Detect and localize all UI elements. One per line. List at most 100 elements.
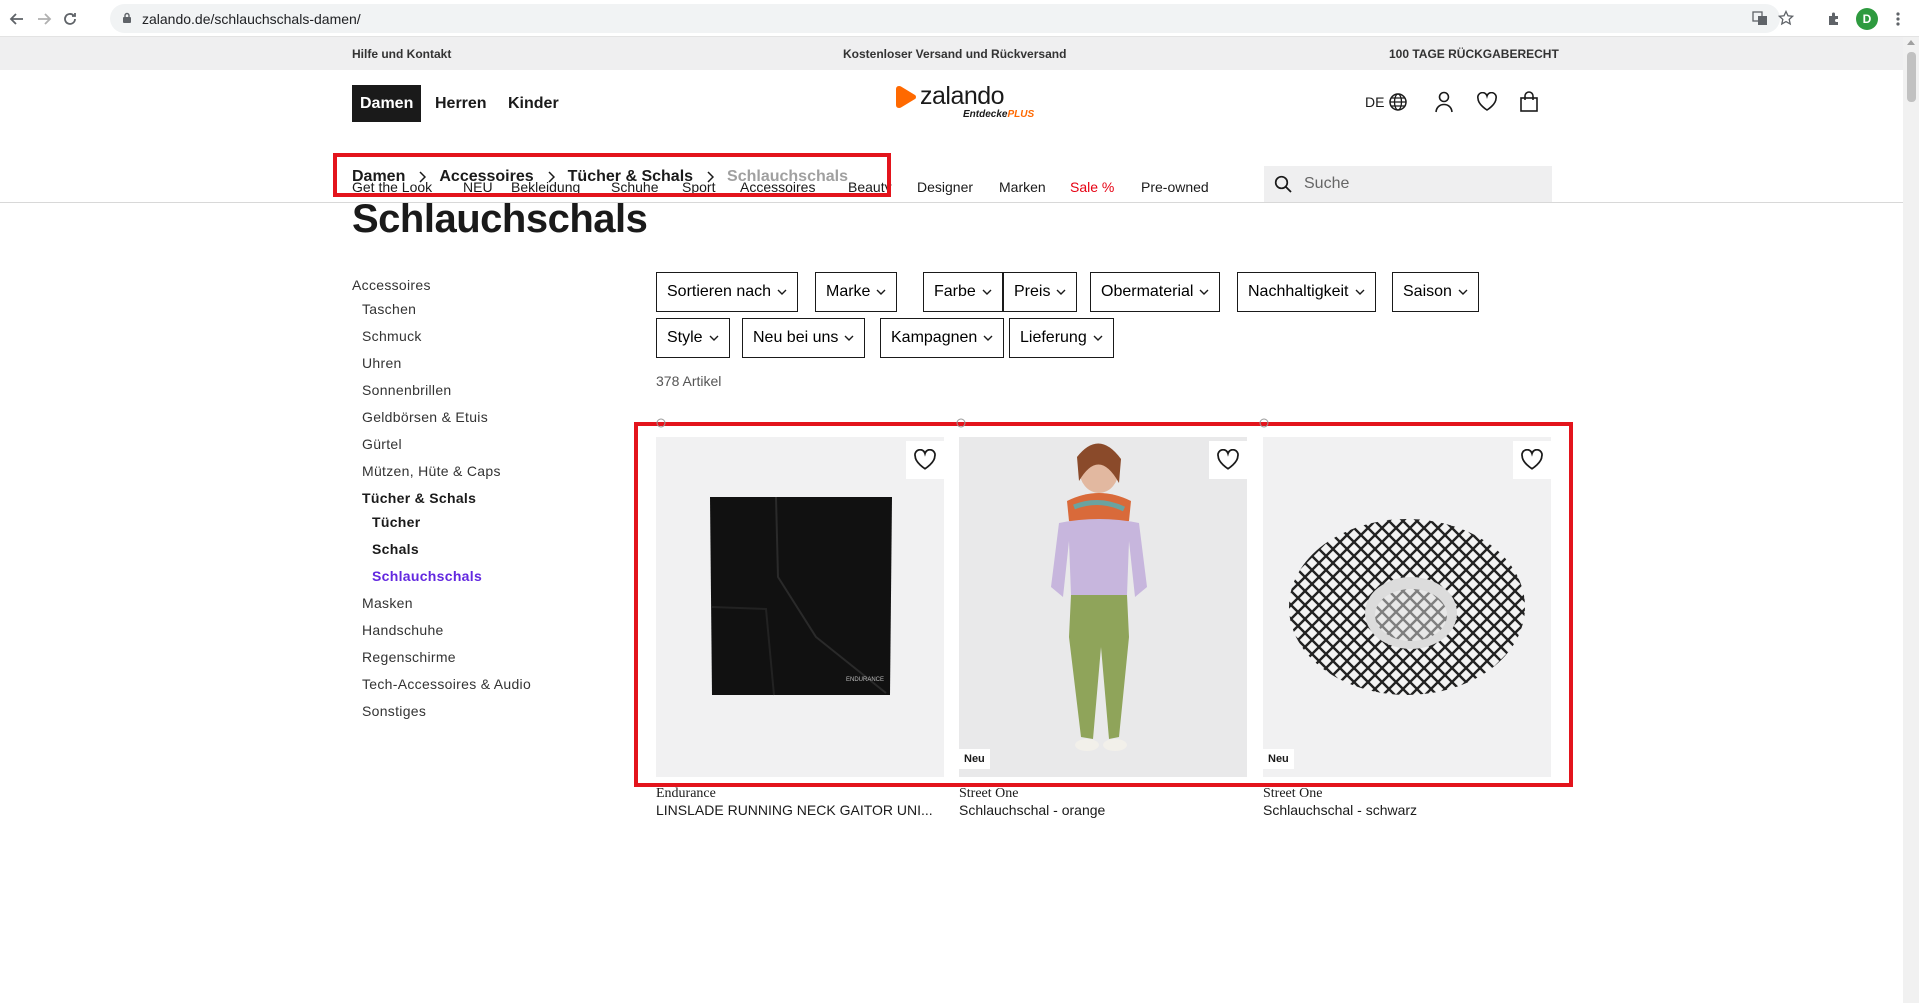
forward-button[interactable] xyxy=(31,6,57,32)
chevron-down-icon xyxy=(1199,289,1209,296)
translate-icon[interactable] xyxy=(1748,6,1772,30)
arrow-right-icon xyxy=(38,13,52,25)
reload-button[interactable] xyxy=(57,6,83,32)
globe-icon xyxy=(1389,93,1408,111)
filter-button[interactable]: Kampagnen xyxy=(880,318,1005,358)
sponsored-info-icon xyxy=(656,418,666,428)
product-brand[interactable]: Street One xyxy=(1263,786,1322,802)
chevron-right-icon xyxy=(706,171,715,183)
product-card-image[interactable]: Neu xyxy=(959,437,1247,777)
sidebar-item[interactable]: Schmuck xyxy=(362,328,422,344)
filter-button[interactable]: Neu bei uns xyxy=(742,318,866,358)
filter-button[interactable]: Obermaterial xyxy=(1090,272,1221,312)
wishlist-toggle[interactable] xyxy=(1209,441,1247,479)
product-name[interactable]: Schlauchschal - schwarz xyxy=(1263,802,1551,818)
kebab-menu-icon[interactable] xyxy=(1886,7,1910,31)
sidebar-item[interactable]: Mützen, Hüte & Caps xyxy=(362,463,501,479)
address-bar[interactable]: zalando.de/schlauchschals-damen/ xyxy=(110,4,1794,33)
wishlist-toggle[interactable] xyxy=(906,441,944,479)
filter-button[interactable]: Preis xyxy=(1003,272,1078,312)
sidebar-item[interactable]: Taschen xyxy=(362,301,416,317)
sidebar-item[interactable]: Regenschirme xyxy=(362,649,456,665)
filter-button[interactable]: Nachhaltigkeit xyxy=(1237,272,1376,312)
filter-button[interactable]: Style xyxy=(656,318,730,358)
category-pre-owned[interactable]: Pre-owned xyxy=(1141,179,1209,195)
help-link[interactable]: Hilfe und Kontakt xyxy=(352,47,451,61)
logo-tagline: EntdeckePLUS xyxy=(963,109,1035,120)
gender-tab-herren[interactable]: Herren xyxy=(427,85,495,122)
bookmark-star-icon[interactable] xyxy=(1774,6,1798,30)
sidebar-item[interactable]: Tücher & Schals xyxy=(362,490,476,506)
filter-button[interactable]: Saison xyxy=(1392,272,1479,312)
chevron-down-icon xyxy=(983,335,993,342)
filter-button[interactable]: Sortieren nach xyxy=(656,272,799,312)
gender-tab-kinder[interactable]: Kinder xyxy=(500,85,567,122)
shopping-bag-icon xyxy=(1520,91,1538,112)
heart-icon xyxy=(1477,92,1497,111)
sidebar-root-accessoires[interactable]: Accessoires xyxy=(352,277,431,293)
heart-icon xyxy=(1521,449,1543,470)
url-text[interactable]: zalando.de/schlauchschals-damen/ xyxy=(142,11,361,27)
breadcrumb-damen[interactable]: Damen xyxy=(352,168,405,186)
filter-label: Lieferung xyxy=(1020,329,1087,346)
breadcrumb-tuecher-schals[interactable]: Tücher & Schals xyxy=(568,168,693,186)
category-marken[interactable]: Marken xyxy=(999,179,1046,195)
search-box[interactable] xyxy=(1264,166,1552,202)
search-icon xyxy=(1274,175,1292,193)
sidebar-item[interactable]: Schals xyxy=(372,541,419,557)
sidebar-item[interactable]: Sonnenbrillen xyxy=(362,382,452,398)
search-input[interactable] xyxy=(1304,166,1544,202)
account-button[interactable] xyxy=(1434,90,1454,114)
wishlist-toggle[interactable] xyxy=(1513,441,1551,479)
back-button[interactable] xyxy=(4,6,30,32)
language-selector[interactable]: DE xyxy=(1365,90,1408,114)
model-orange-scarf-image xyxy=(959,437,1247,777)
sidebar-item[interactable]: Uhren xyxy=(362,355,402,371)
profile-avatar[interactable]: D xyxy=(1856,8,1878,30)
filter-button[interactable]: Marke xyxy=(815,272,898,312)
product-brand[interactable]: Street One xyxy=(959,786,1018,802)
sidebar-item[interactable]: Masken xyxy=(362,595,413,611)
gender-tab-damen[interactable]: Damen xyxy=(352,85,422,122)
filter-button[interactable]: Farbe xyxy=(923,272,1003,312)
sidebar-item[interactable]: Schlauchschals xyxy=(372,568,482,584)
sidebar-item[interactable]: Tücher xyxy=(372,514,420,530)
wishlist-button[interactable] xyxy=(1476,90,1498,114)
chevron-down-icon xyxy=(1355,289,1365,296)
sidebar-item[interactable]: Handschuhe xyxy=(362,622,444,638)
filter-label: Nachhaltigkeit xyxy=(1248,283,1349,300)
new-badge: Neu xyxy=(959,749,990,769)
sidebar-item[interactable]: Geldbörsen & Etuis xyxy=(362,409,488,425)
filter-label: Neu bei uns xyxy=(753,329,839,346)
heart-icon xyxy=(914,449,936,470)
extensions-icon[interactable] xyxy=(1822,7,1846,31)
shipping-info[interactable]: Kostenloser Versand und Rückversand xyxy=(843,47,1066,61)
product-brand[interactable]: Endurance xyxy=(656,786,716,802)
page-scrollbar[interactable] xyxy=(1903,37,1919,1003)
returns-info[interactable]: 100 TAGE RÜCKGABERECHT xyxy=(1389,47,1559,61)
reload-icon xyxy=(64,13,76,25)
lock-icon xyxy=(123,12,131,23)
site-header: Damen Herren Kinder zalando EntdeckePLUS… xyxy=(0,70,1903,203)
product-card-image[interactable]: ENDURANCE xyxy=(656,437,944,777)
sidebar-item[interactable]: Tech-Accessoires & Audio xyxy=(362,676,531,692)
chevron-down-icon xyxy=(1458,289,1468,296)
cart-button[interactable] xyxy=(1519,90,1539,114)
sidebar-item[interactable]: Sonstiges xyxy=(362,703,426,719)
product-name[interactable]: Schlauchschal - orange xyxy=(959,802,1247,818)
product-name[interactable]: LINSLADE RUNNING NECK GAITOR UNI... xyxy=(656,802,944,818)
breadcrumb-current: Schlauchschals xyxy=(727,168,848,185)
zalando-logo[interactable]: zalando EntdeckePLUS xyxy=(890,78,1050,123)
product-card-image[interactable]: Neu xyxy=(1263,437,1551,777)
scroll-up-arrow-icon[interactable] xyxy=(1907,40,1915,45)
filter-button[interactable]: Lieferung xyxy=(1009,318,1114,358)
breadcrumb-accessoires[interactable]: Accessoires xyxy=(439,168,533,186)
category-sale[interactable]: Sale % xyxy=(1070,179,1114,195)
category-designer[interactable]: Designer xyxy=(917,179,973,195)
filter-label: Kampagnen xyxy=(891,329,978,346)
sidebar-item[interactable]: Gürtel xyxy=(362,436,402,452)
new-badge: Neu xyxy=(1263,749,1294,769)
scrollbar-thumb[interactable] xyxy=(1907,52,1916,102)
heart-icon xyxy=(1217,449,1239,470)
chevron-down-icon xyxy=(982,289,992,296)
